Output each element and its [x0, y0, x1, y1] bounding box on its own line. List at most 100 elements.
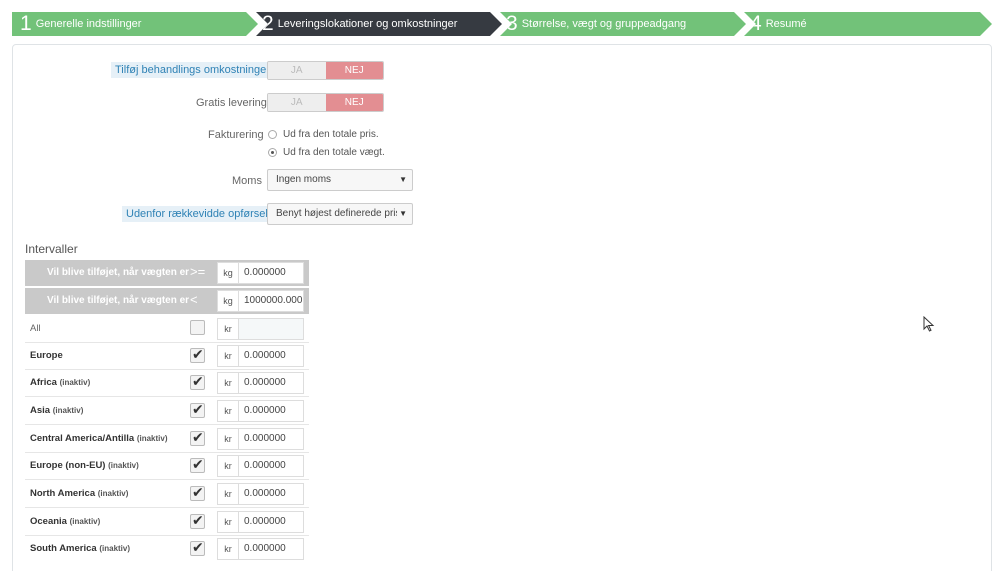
zone-label: Central America/Antilla (inaktiv)	[30, 433, 168, 444]
zone-status: (inaktiv)	[108, 461, 139, 470]
zone-unit: kr	[217, 483, 239, 505]
free-shipping-no-option[interactable]: NEJ	[325, 94, 383, 111]
out-of-range-select[interactable]: Benyt højest definerede pris ▼	[267, 203, 413, 225]
range-from-input[interactable]: 0.000000	[238, 262, 304, 284]
zone-name: Asia	[30, 405, 51, 416]
zone-all-input[interactable]	[238, 318, 304, 340]
zone-label: Africa (inaktiv)	[30, 377, 90, 388]
zone-cost-input[interactable]: 0.000000	[238, 345, 304, 367]
zone-name: Europe (non-EU)	[30, 460, 106, 471]
zone-checkbox[interactable]	[190, 373, 205, 390]
free-shipping-label: Gratis levering	[196, 97, 267, 109]
tax-select[interactable]: Ingen moms ▼	[267, 169, 413, 191]
radio-selected-icon	[268, 148, 277, 157]
row-divider	[25, 396, 309, 397]
handling-yes-option[interactable]: JA	[268, 62, 326, 79]
range-to-operator: <	[190, 292, 198, 307]
row-divider	[25, 479, 309, 480]
handling-toggle: JA NEJ	[267, 61, 384, 80]
zone-name: Central America/Antilla	[30, 433, 135, 444]
step-4-label: Resumé	[765, 18, 807, 30]
handling-label: Tilføj behandlings omkostninger	[111, 62, 274, 78]
step-3-number: 3	[506, 12, 518, 35]
row-divider	[25, 342, 309, 343]
range-to-unit: kg	[217, 290, 239, 312]
intervals-title: Intervaller	[25, 242, 78, 256]
zone-unit: kr	[217, 538, 239, 560]
zone-status: (inaktiv)	[136, 434, 168, 443]
zone-cost-input[interactable]: 0.000000	[238, 428, 304, 450]
zone-name: Europe	[30, 350, 63, 361]
row-divider	[25, 507, 309, 508]
zone-label: Europe	[30, 350, 63, 361]
step-3[interactable]: 3 Størrelse, vægt og gruppeadgang	[500, 12, 746, 36]
zone-cost-input[interactable]: 0.000000	[238, 400, 304, 422]
zone-checkbox[interactable]	[190, 456, 205, 473]
row-divider	[25, 452, 309, 453]
zone-all-label: All	[30, 323, 41, 334]
step-3-label: Størrelse, vægt og gruppeadgang	[521, 18, 687, 30]
zone-status: (inaktiv)	[97, 489, 129, 498]
row-divider	[25, 369, 309, 370]
zone-checkbox[interactable]	[190, 429, 205, 446]
step-4[interactable]: 4 Resumé	[744, 12, 992, 36]
step-2[interactable]: 2 Leveringslokationer og omkostninger	[256, 12, 502, 36]
zone-cost-input[interactable]: 0.000000	[238, 538, 304, 560]
zone-unit: kr	[217, 345, 239, 367]
tax-select-value: Ingen moms	[276, 174, 332, 185]
zone-label: South America (inaktiv)	[30, 543, 130, 554]
zone-name: Africa	[30, 377, 57, 388]
wizard-steps: 1 Generelle indstillinger 2 Leveringslok…	[12, 12, 992, 36]
step-2-number: 2	[262, 12, 274, 35]
zone-name: North America	[30, 488, 96, 499]
zone-label: North America (inaktiv)	[30, 488, 128, 499]
mouse-cursor-icon	[923, 316, 935, 332]
billing-label: Fakturering	[208, 129, 264, 141]
zone-unit: kr	[217, 428, 239, 450]
radio-icon	[268, 130, 277, 139]
tax-label: Moms	[232, 175, 262, 187]
caret-down-icon: ▼	[399, 175, 407, 184]
billing-option-price[interactable]: Ud fra den totale pris.	[268, 129, 379, 140]
zone-unit: kr	[217, 400, 239, 422]
zone-status: (inaktiv)	[69, 517, 101, 526]
out-of-range-label: Udenfor rækkevidde opførsel	[122, 206, 272, 222]
zone-checkbox[interactable]	[190, 539, 205, 556]
step-1[interactable]: 1 Generelle indstillinger	[12, 12, 258, 36]
zone-cost-input[interactable]: 0.000000	[238, 455, 304, 477]
out-of-range-select-value: Benyt højest definerede pris	[276, 208, 401, 219]
zone-all-checkbox[interactable]	[190, 320, 205, 335]
step-2-label: Leveringslokationer og omkostninger	[277, 18, 458, 30]
zone-status: (inaktiv)	[99, 544, 131, 553]
range-to-label: Vil blive tilføjet, når vægten er	[47, 295, 190, 306]
zone-cost-input[interactable]: 0.000000	[238, 511, 304, 533]
zone-checkbox[interactable]	[190, 512, 205, 529]
zone-all-unit: kr	[217, 318, 239, 340]
billing-option-price-label: Ud fra den totale pris.	[283, 129, 379, 140]
billing-option-weight[interactable]: Ud fra den totale vægt.	[268, 147, 385, 158]
zone-name: Oceania	[30, 516, 67, 527]
zone-unit: kr	[217, 372, 239, 394]
range-from-unit: kg	[217, 262, 239, 284]
caret-down-icon: ▼	[397, 204, 407, 224]
row-divider	[25, 424, 309, 425]
handling-no-option[interactable]: NEJ	[325, 62, 383, 79]
zone-checkbox[interactable]	[190, 401, 205, 418]
free-shipping-yes-option[interactable]: JA	[268, 94, 326, 111]
zone-cost-input[interactable]: 0.000000	[238, 483, 304, 505]
zone-label: Europe (non-EU) (inaktiv)	[30, 460, 139, 471]
zone-unit: kr	[217, 455, 239, 477]
zone-status: (inaktiv)	[59, 378, 91, 387]
row-divider	[25, 535, 309, 536]
zone-name: South America	[30, 543, 97, 554]
step-4-number: 4	[750, 12, 762, 35]
free-shipping-toggle: JA NEJ	[267, 93, 384, 112]
zone-unit: kr	[217, 511, 239, 533]
zone-label: Oceania (inaktiv)	[30, 516, 100, 527]
zone-checkbox[interactable]	[190, 346, 205, 363]
billing-option-weight-label: Ud fra den totale vægt.	[283, 147, 385, 158]
range-from-label: Vil blive tilføjet, når vægten er	[47, 267, 190, 278]
range-to-input[interactable]: 1000000.000	[238, 290, 304, 312]
zone-checkbox[interactable]	[190, 484, 205, 501]
zone-cost-input[interactable]: 0.000000	[238, 372, 304, 394]
